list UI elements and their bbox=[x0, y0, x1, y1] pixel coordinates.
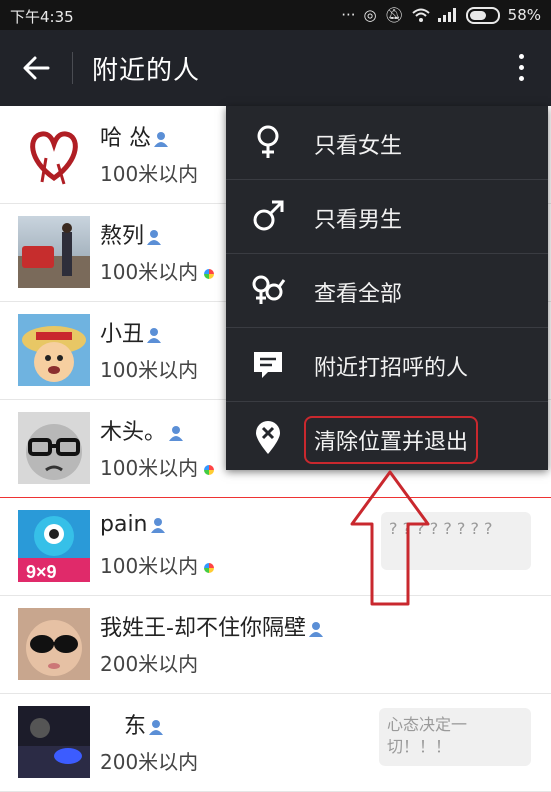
person-distance: 100米以内 bbox=[100, 256, 215, 285]
person-distance: 100米以内 bbox=[100, 358, 199, 382]
avatar bbox=[18, 412, 90, 484]
battery-icon bbox=[465, 6, 500, 24]
avatar bbox=[18, 216, 90, 288]
title-bar: 附近的人 bbox=[0, 30, 551, 106]
dots-icon: ··· bbox=[341, 6, 356, 24]
all-genders-icon bbox=[252, 275, 286, 304]
person-distance: 100米以内 bbox=[100, 452, 215, 481]
male-icon bbox=[253, 200, 284, 231]
user-icon bbox=[149, 720, 164, 735]
menu-item-label: 查看全部 bbox=[314, 282, 403, 307]
menu-item-label: 附近打招呼的人 bbox=[314, 356, 469, 381]
user-icon bbox=[147, 230, 162, 245]
avatar bbox=[18, 314, 90, 386]
menu-item-label: 只看女生 bbox=[314, 134, 403, 159]
person-distance: 100米以内 bbox=[100, 550, 215, 579]
user-icon bbox=[169, 426, 184, 441]
person-name: 小丑 bbox=[100, 316, 162, 348]
menu-item-female-only[interactable]: 只看女生 bbox=[226, 106, 548, 180]
female-icon bbox=[257, 125, 279, 158]
title-divider bbox=[72, 52, 73, 84]
list-item[interactable]: 东 200米以内 心态决定一切！！！ bbox=[0, 694, 551, 792]
list-item[interactable]: 我姓王-却不住你隔壁 200米以内 bbox=[0, 596, 551, 694]
more-menu-icon[interactable] bbox=[515, 50, 527, 90]
menu-item-show-all[interactable]: 查看全部 bbox=[226, 254, 548, 328]
menu-item-male-only[interactable]: 只看男生 bbox=[226, 180, 548, 254]
annotation-arrow bbox=[350, 470, 430, 606]
avatar bbox=[18, 706, 90, 778]
signature-bubble: 心态决定一切！！！ bbox=[379, 708, 531, 766]
avatar: 9×9 bbox=[18, 510, 90, 582]
mute-icon: 🔕︎ bbox=[384, 6, 404, 24]
back-arrow-icon[interactable] bbox=[18, 50, 54, 86]
menu-item-nearby-greetings[interactable]: 附近打招呼的人 bbox=[226, 328, 548, 402]
moments-icon bbox=[204, 268, 215, 279]
status-icons: ··· ◎ 🔕︎ 58% bbox=[341, 6, 541, 24]
person-name: 东 bbox=[100, 708, 164, 740]
status-time: 下午4:35 bbox=[10, 8, 74, 26]
person-name: 我姓王-却不住你隔壁 bbox=[100, 610, 324, 642]
battery-percent: 58% bbox=[507, 6, 541, 24]
svg-text:9×9: 9×9 bbox=[26, 562, 57, 582]
person-name: pain bbox=[100, 512, 166, 537]
user-icon bbox=[150, 518, 165, 533]
person-name: 木头。 bbox=[100, 414, 184, 446]
location-clear-icon bbox=[256, 421, 280, 454]
user-icon bbox=[147, 328, 162, 343]
person-distance: 100米以内 bbox=[100, 162, 199, 186]
alarm-icon: ◎ bbox=[363, 6, 377, 24]
menu-item-label: 清除位置并退出 bbox=[304, 416, 479, 464]
menu-item-clear-location[interactable]: 清除位置并退出 bbox=[226, 402, 548, 475]
filter-menu: 只看女生 只看男生 查看全部 附近打招呼的人 清除位置并退出 bbox=[226, 106, 548, 470]
list-item[interactable]: 9×9 pain 100米以内 ? ? ? ? ? ? ? ? bbox=[0, 498, 551, 596]
person-name: 熬列 bbox=[100, 218, 162, 250]
wifi-icon bbox=[411, 8, 430, 22]
moments-icon bbox=[204, 562, 215, 573]
moments-icon bbox=[204, 464, 215, 475]
avatar bbox=[18, 118, 90, 190]
avatar bbox=[18, 608, 90, 680]
person-name: 哈 怂 bbox=[100, 120, 169, 152]
signal-icon bbox=[437, 8, 456, 22]
user-icon bbox=[308, 622, 323, 637]
user-icon bbox=[154, 132, 168, 147]
person-distance: 200米以内 bbox=[100, 652, 199, 676]
page-title: 附近的人 bbox=[92, 56, 201, 86]
menu-item-label: 只看男生 bbox=[314, 208, 403, 233]
status-bar: 下午4:35 ··· ◎ 🔕︎ 58% bbox=[0, 0, 551, 30]
message-icon bbox=[254, 352, 282, 378]
